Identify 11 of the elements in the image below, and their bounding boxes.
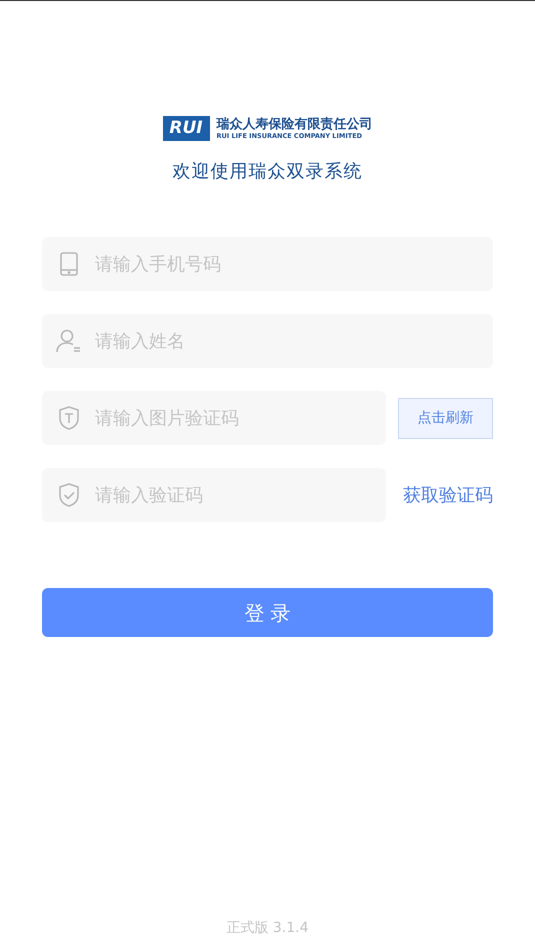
welcome-title: 欢迎使用瑞众双录系统 bbox=[172, 160, 362, 184]
logo-mark: RUI bbox=[162, 116, 210, 141]
phone-icon bbox=[60, 252, 78, 276]
login-button[interactable]: 登 录 bbox=[42, 588, 493, 637]
shield-check-icon bbox=[58, 483, 80, 507]
version-label: 正式版 3.1.4 bbox=[226, 919, 309, 938]
refresh-captcha-button[interactable]: 点击刷新 bbox=[398, 398, 493, 438]
get-code-link[interactable]: 获取验证码 bbox=[403, 482, 493, 508]
shield-icon bbox=[58, 406, 80, 430]
user-icon bbox=[56, 329, 82, 353]
company-name: 瑞众人寿保险有限责任公司 bbox=[216, 116, 372, 132]
